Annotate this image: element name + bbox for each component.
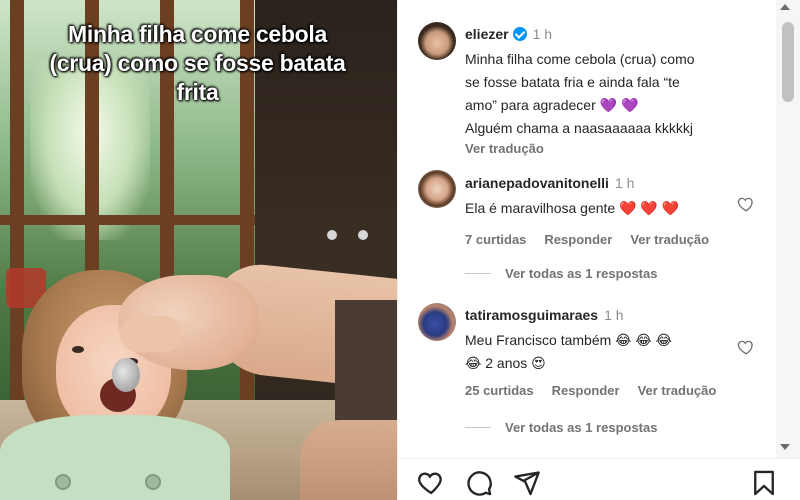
view-replies-button[interactable]: Ver todas as 1 respostas [465, 420, 657, 435]
comment-meta: 7 curtidas Responder Ver tradução [465, 232, 727, 247]
comment: arianepadovanitonelli 1 h Ela é maravilho… [465, 173, 727, 247]
comments-scroll-area[interactable]: eliezer 1 h Minha filha come cebola (crua… [398, 0, 773, 458]
caption-block: eliezer 1 h Minha filha come cebola (crua… [465, 24, 695, 156]
comment-username[interactable]: tatiramosguimaraes [465, 307, 598, 323]
view-replies-button[interactable]: Ver todas as 1 respostas [465, 266, 657, 281]
post-time: 1 h [532, 26, 553, 42]
reply-button[interactable]: Responder [552, 383, 620, 398]
comment-text: Meu Francisco também 😂 😂 😂 [465, 332, 673, 348]
like-comment-heart-icon[interactable] [737, 338, 755, 356]
replies-divider [465, 273, 491, 274]
comment-username[interactable]: arianepadovanitonelli [465, 175, 609, 191]
likes-count[interactable]: 25 curtidas [465, 383, 534, 398]
see-translation-link[interactable]: Ver tradução [465, 141, 695, 156]
scroll-down-arrow-icon[interactable] [780, 444, 790, 450]
comments-panel: eliezer 1 h Minha filha come cebola (crua… [397, 0, 800, 500]
caption-line: Alguém chama a naasaaaaaa kkkkkj [465, 120, 694, 136]
translate-link[interactable]: Ver tradução [638, 383, 717, 398]
caption-line: se fosse batata fria e ainda fala “te [465, 74, 680, 90]
comment-text: 😂 2 anos 😍 [465, 355, 546, 371]
avatar[interactable] [418, 303, 456, 341]
scrollbar[interactable] [776, 0, 800, 458]
child-bib [0, 415, 230, 500]
comment-time: 1 h [604, 307, 624, 323]
comment-text: Ela é maravilhosa gente ❤️ ❤️ ❤️ [465, 200, 680, 216]
avatar[interactable] [418, 170, 456, 208]
author-username[interactable]: eliezer [465, 26, 509, 42]
caption-line: Minha filha come cebola (crua) como [465, 51, 695, 67]
comment-meta: 25 curtidas Responder Ver tradução [465, 383, 734, 398]
translate-link[interactable]: Ver tradução [630, 232, 709, 247]
share-icon[interactable] [513, 469, 541, 497]
caption-line: amo” para agradecer 💜 💜 [465, 97, 639, 113]
post-media[interactable]: Minha filha come cebola (crua) como se f… [0, 0, 397, 500]
post-action-bar [398, 458, 800, 500]
avatar[interactable] [418, 22, 456, 60]
comment-time: 1 h [614, 175, 635, 191]
comment-icon[interactable] [465, 469, 493, 497]
verified-badge-icon [512, 27, 527, 41]
heart-icon[interactable] [417, 469, 445, 497]
spoon [112, 358, 140, 392]
comment: tatiramosguimaraes 1 h Meu Francisco tamb… [465, 305, 734, 398]
reply-button[interactable]: Responder [544, 232, 612, 247]
likes-count[interactable]: 7 curtidas [465, 232, 526, 247]
bookmark-icon[interactable] [750, 469, 778, 497]
like-comment-heart-icon[interactable] [737, 195, 755, 213]
video-caption-overlay: Minha filha come cebola (crua) como se f… [49, 21, 346, 105]
replies-divider [465, 427, 491, 428]
scroll-up-arrow-icon[interactable] [780, 4, 790, 10]
scroll-thumb[interactable] [782, 22, 794, 102]
